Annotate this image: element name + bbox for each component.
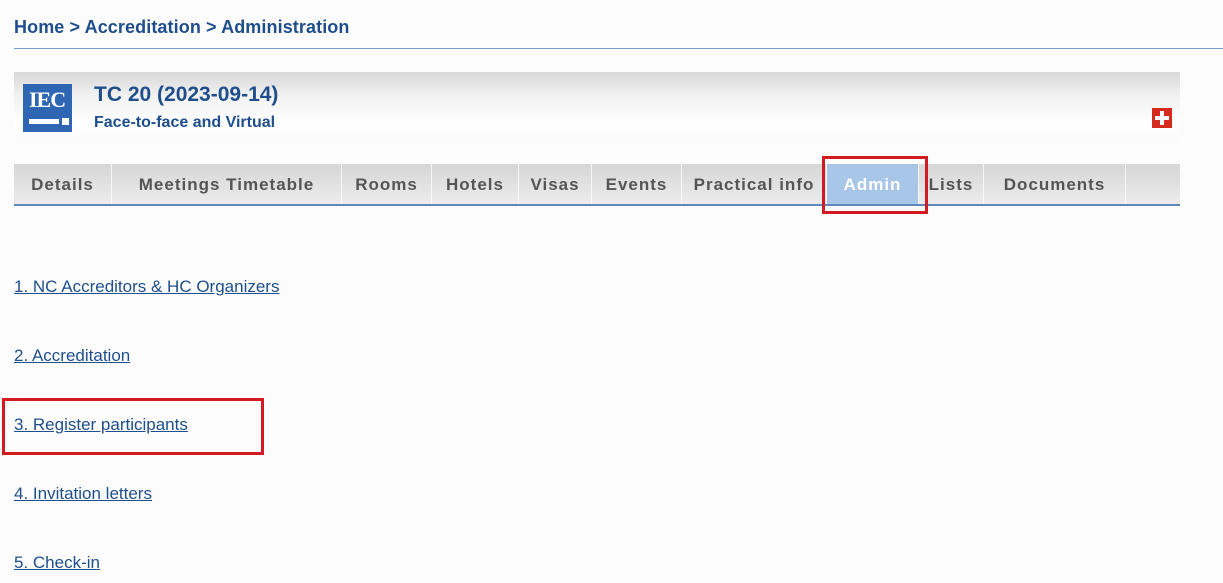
logo-text: IEC xyxy=(29,87,66,112)
tab-admin[interactable]: Admin xyxy=(827,164,919,204)
link-register-participants[interactable]: 3. Register participants xyxy=(14,415,188,435)
tab-details[interactable]: Details xyxy=(14,164,112,204)
tab-visas[interactable]: Visas xyxy=(519,164,592,204)
swiss-flag-icon xyxy=(1152,108,1172,128)
tab-events[interactable]: Events xyxy=(592,164,682,204)
tab-bar: Details Meetings Timetable Rooms Hotels … xyxy=(14,164,1180,206)
logo-bar xyxy=(29,119,59,124)
meeting-subtitle: Face-to-face and Virtual xyxy=(94,114,276,131)
link-nc-accreditors[interactable]: 1. NC Accreditors & HC Organizers xyxy=(14,277,279,297)
link-check-in[interactable]: 5. Check-in xyxy=(14,553,100,573)
link-invitation-letters[interactable]: 4. Invitation letters xyxy=(14,484,152,504)
breadcrumb: Home > Accreditation > Administration xyxy=(14,17,350,38)
tab-documents[interactable]: Documents xyxy=(984,164,1126,204)
logo-dot xyxy=(62,118,69,125)
iec-logo-icon: IEC xyxy=(23,84,72,132)
link-accreditation[interactable]: 2. Accreditation xyxy=(14,346,130,366)
tab-hotels[interactable]: Hotels xyxy=(432,164,519,204)
header-divider xyxy=(14,48,1223,49)
meeting-title: TC 20 (2023-09-14) xyxy=(94,83,279,106)
tab-meetings-timetable[interactable]: Meetings Timetable xyxy=(112,164,342,204)
breadcrumb-accreditation[interactable]: Accreditation xyxy=(85,17,201,37)
breadcrumb-administration: Administration xyxy=(221,17,350,37)
tab-practical-info[interactable]: Practical info xyxy=(682,164,827,204)
breadcrumb-separator: > xyxy=(69,17,81,37)
tab-lists[interactable]: Lists xyxy=(919,164,984,204)
breadcrumb-home[interactable]: Home xyxy=(14,17,64,37)
tab-rooms[interactable]: Rooms xyxy=(342,164,432,204)
meeting-header: IEC TC 20 (2023-09-14) Face-to-face and … xyxy=(14,72,1180,142)
breadcrumb-separator: > xyxy=(206,17,217,37)
